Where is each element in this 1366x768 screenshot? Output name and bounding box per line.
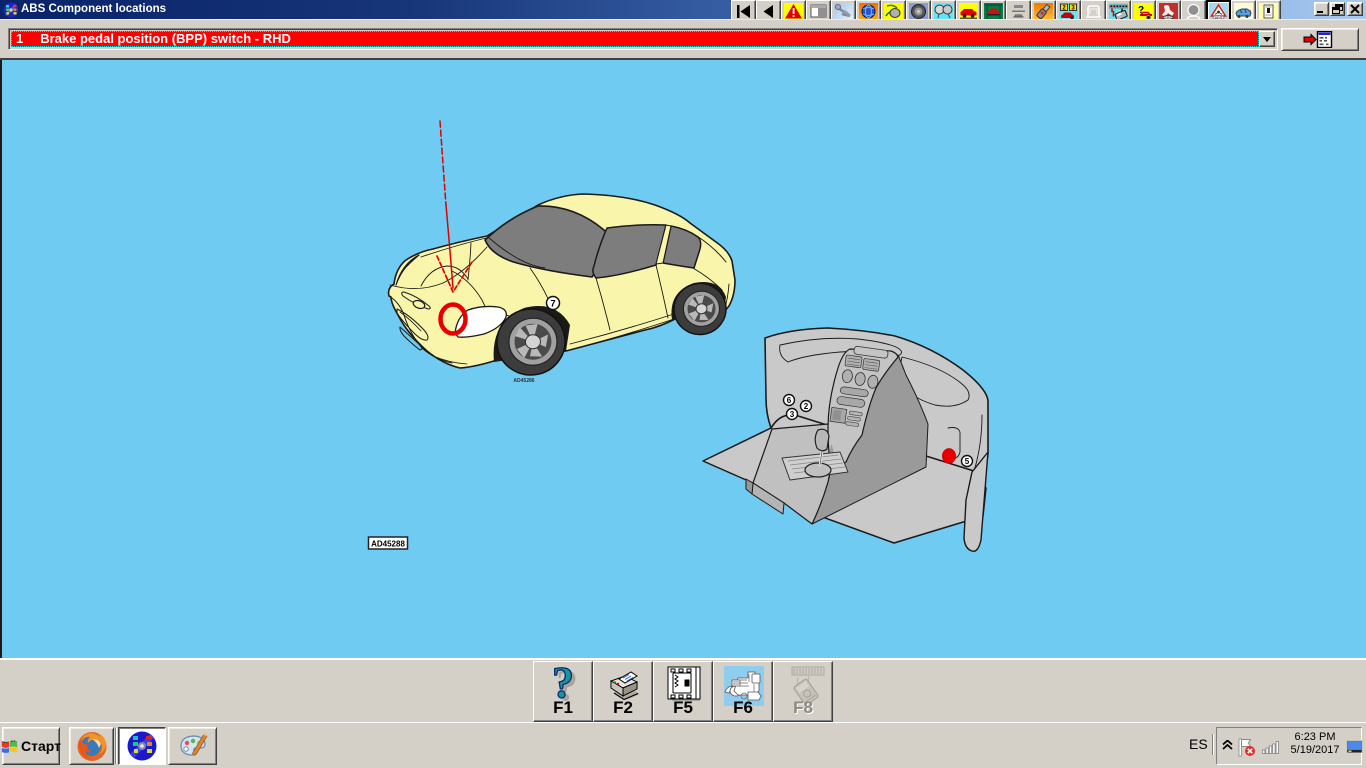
svg-text:5: 5 (965, 457, 970, 466)
svg-text:3: 3 (790, 410, 795, 419)
svg-text:AD45288: AD45288 (371, 540, 405, 549)
svg-text:6: 6 (787, 396, 792, 405)
svg-text:2: 2 (804, 402, 809, 411)
svg-text:7: 7 (550, 299, 555, 310)
svg-text:AD45286: AD45286 (513, 378, 534, 384)
